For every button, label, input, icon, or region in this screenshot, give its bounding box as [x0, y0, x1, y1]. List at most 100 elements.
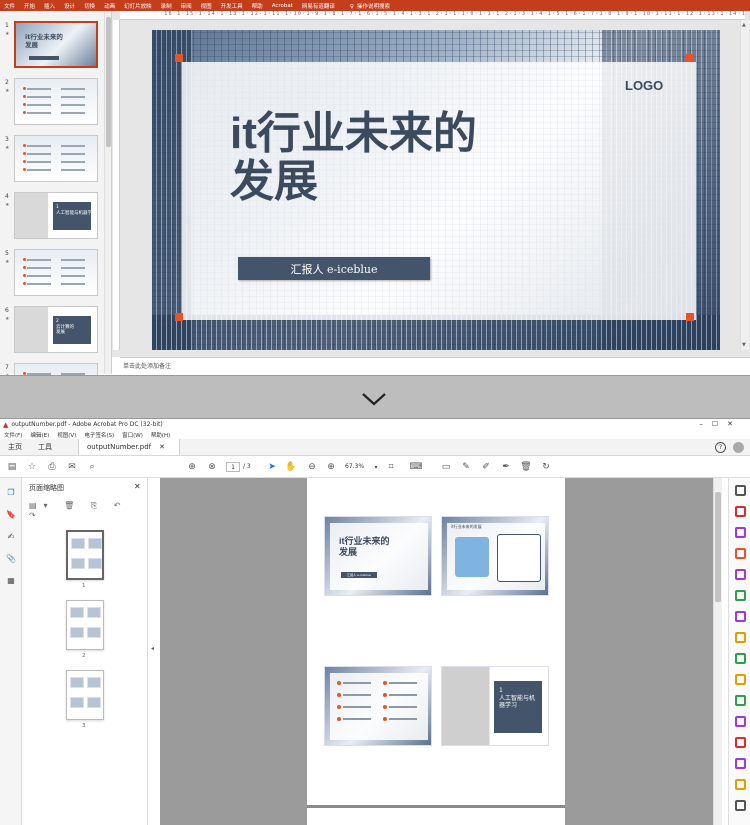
organize-pages-icon[interactable]: [735, 590, 746, 601]
ribbon-tab[interactable]: 设计: [64, 2, 75, 10]
tools-icon[interactable]: [735, 800, 746, 811]
hand-icon[interactable]: ✋: [285, 461, 297, 473]
keyboard-icon[interactable]: ⌨: [410, 461, 423, 473]
ribbon-tab[interactable]: 插入: [44, 2, 55, 10]
create-pdf-icon[interactable]: [735, 548, 746, 559]
menu-item[interactable]: 帮助(H): [151, 431, 170, 439]
menu-item[interactable]: 编辑(E): [30, 431, 49, 439]
menu-item[interactable]: 视图(V): [57, 431, 76, 439]
more-tools-icon[interactable]: [735, 779, 746, 790]
ribbon-tab[interactable]: 帮助: [252, 2, 263, 10]
bookmark-icon[interactable]: 🔖: [5, 508, 17, 520]
attachment-icon[interactable]: 📎: [5, 552, 17, 564]
ribbon-tab[interactable]: 开发工具: [221, 2, 243, 10]
prev-page-icon[interactable]: ⊕: [186, 461, 198, 473]
ribbon-tab[interactable]: 开始: [24, 2, 35, 10]
menu-item[interactable]: 文件(F): [4, 431, 22, 439]
tell-me-search[interactable]: ♀ 操作说明搜索: [350, 2, 390, 10]
rotate-icon[interactable]: ↻: [540, 461, 552, 473]
pen-icon[interactable]: ✎: [460, 461, 472, 473]
tab-home[interactable]: 主页: [0, 439, 30, 455]
ribbon-tab[interactable]: 录制: [161, 2, 172, 10]
print-production-icon[interactable]: [735, 758, 746, 769]
slide-scrollbar[interactable]: ▲ ▼: [740, 20, 749, 350]
document-scrollbar[interactable]: [713, 478, 722, 825]
panel-tools[interactable]: ▤▾ 🗑 ⎘ ↶ ↷: [29, 501, 147, 520]
stamp-tool-icon[interactable]: [735, 674, 746, 685]
email-icon[interactable]: ✉: [66, 461, 78, 473]
edit-pdf-icon[interactable]: [735, 527, 746, 538]
slide-thumbnail[interactable]: 3 ★: [0, 135, 110, 187]
slide-thumbnail[interactable]: 6 ★ 2 云计算的 发展: [0, 306, 110, 358]
close-icon[interactable]: ✕: [134, 482, 141, 491]
search-icon[interactable]: ⌕: [86, 461, 98, 473]
export-pdf-icon[interactable]: [735, 506, 746, 517]
window-title: outputNumber.pdf - Adobe Acrobat Pro DC …: [11, 421, 163, 428]
zoom-out-icon[interactable]: ⊖: [306, 461, 318, 473]
pdf-page-thumbnail[interactable]: [66, 530, 104, 580]
select-cursor-icon[interactable]: ➤: [266, 461, 278, 473]
notes-pane[interactable]: 单击此处添加备注: [120, 357, 750, 374]
collapse-panel-icon[interactable]: ◂: [151, 645, 154, 652]
star-icon[interactable]: ☆: [26, 461, 38, 473]
slide-thumbnail[interactable]: 2 ★: [0, 78, 110, 130]
thumb-bullet: [27, 145, 51, 147]
chevron-down-icon[interactable]: ▾: [370, 461, 382, 473]
menu-item[interactable]: 电子签名(S): [84, 431, 114, 439]
pdf-page-thumbnail[interactable]: [66, 600, 104, 650]
comment-tool-icon[interactable]: [735, 569, 746, 580]
zoom-level[interactable]: 67.3%: [345, 463, 364, 470]
help-icon[interactable]: ?: [715, 442, 726, 453]
fill-sign-icon[interactable]: [735, 632, 746, 643]
ribbon-tab[interactable]: 视图: [201, 2, 212, 10]
slide-thumbnail-pane[interactable]: 1 ★ it行业未来的 发展 2 ★ 3 ★ 4 ★ 1 人工智能与机器学习 5 ★ 6 ★ 2 云计算的 …: [0, 11, 112, 410]
main-slide[interactable]: it行业未来的 发展 LOGO 汇报人 e-iceblue: [152, 30, 720, 350]
document-scrollbar-handle[interactable]: [715, 492, 721, 602]
stamp-icon[interactable]: ✒: [500, 461, 512, 473]
protect-icon[interactable]: [735, 611, 746, 622]
comment-icon[interactable]: ▭: [440, 461, 452, 473]
menu-item[interactable]: 窗口(W): [122, 431, 143, 439]
slide-thumbnail[interactable]: 5 ★: [0, 249, 110, 301]
pdf-slide-4-box: 1 人工智能与机 器学习: [494, 681, 542, 733]
print-icon[interactable]: ⎙: [46, 461, 58, 473]
zoom-icon[interactable]: [735, 485, 746, 496]
send-review-icon[interactable]: [735, 653, 746, 664]
pdf-page-thumbnail[interactable]: [66, 670, 104, 720]
window-controls[interactable]: –☐✕: [699, 420, 742, 428]
avatar[interactable]: [733, 442, 744, 453]
ribbon-tab[interactable]: Acrobat: [272, 3, 293, 9]
reporter-box[interactable]: 汇报人 e-iceblue: [238, 257, 430, 280]
layers-icon[interactable]: ▦: [5, 574, 17, 586]
ribbon-tab[interactable]: 文件: [4, 2, 15, 10]
next-page-icon[interactable]: ⊗: [206, 461, 218, 473]
acrobat-titlebar: ▲ outputNumber.pdf - Adobe Acrobat Pro D…: [0, 419, 750, 430]
crop-icon[interactable]: ⌗: [385, 461, 397, 473]
slide-thumbnail[interactable]: 4 ★ 1 人工智能与机器学习: [0, 192, 110, 244]
tab-document[interactable]: outputNumber.pdf ✕: [78, 439, 181, 455]
highlight-icon[interactable]: ✐: [480, 461, 492, 473]
pdf-thumb-slide: [70, 607, 84, 618]
close-icon[interactable]: ✕: [159, 443, 165, 451]
share-icon[interactable]: [735, 695, 746, 706]
page-number-input[interactable]: 1: [226, 462, 240, 472]
signature-icon[interactable]: ✍: [5, 530, 17, 542]
zoom-in-icon[interactable]: ⊕: [325, 461, 337, 473]
ribbon-tab[interactable]: 切换: [84, 2, 95, 10]
save-icon[interactable]: ▤: [6, 461, 18, 473]
slide-thumbnail-number: 3: [5, 136, 9, 143]
ribbon-tab[interactable]: 网易有道翻译: [302, 2, 335, 10]
ribbon-tab[interactable]: 审阅: [181, 2, 192, 10]
ribbon-tab[interactable]: 幻灯片放映: [124, 2, 152, 10]
pdf-thumb-slide: [70, 677, 84, 688]
optimize-icon[interactable]: [735, 716, 746, 727]
slide-logo[interactable]: LOGO: [625, 78, 663, 93]
ribbon-tab[interactable]: 动画: [104, 2, 115, 10]
redact-icon[interactable]: [735, 737, 746, 748]
slide-thumbnail[interactable]: 1 ★ it行业未来的 发展: [0, 21, 110, 73]
pdf-page[interactable]: it行业未来的 发展 汇报人 e-iceblue it行业未来的发展 1 人工智能与机…: [307, 478, 565, 808]
trash-icon[interactable]: 🗑: [520, 461, 532, 473]
slide-title[interactable]: it行业未来的 发展: [230, 110, 530, 206]
tab-tools[interactable]: 工具: [30, 439, 60, 455]
page-thumbnails-icon[interactable]: ❐: [5, 486, 17, 498]
